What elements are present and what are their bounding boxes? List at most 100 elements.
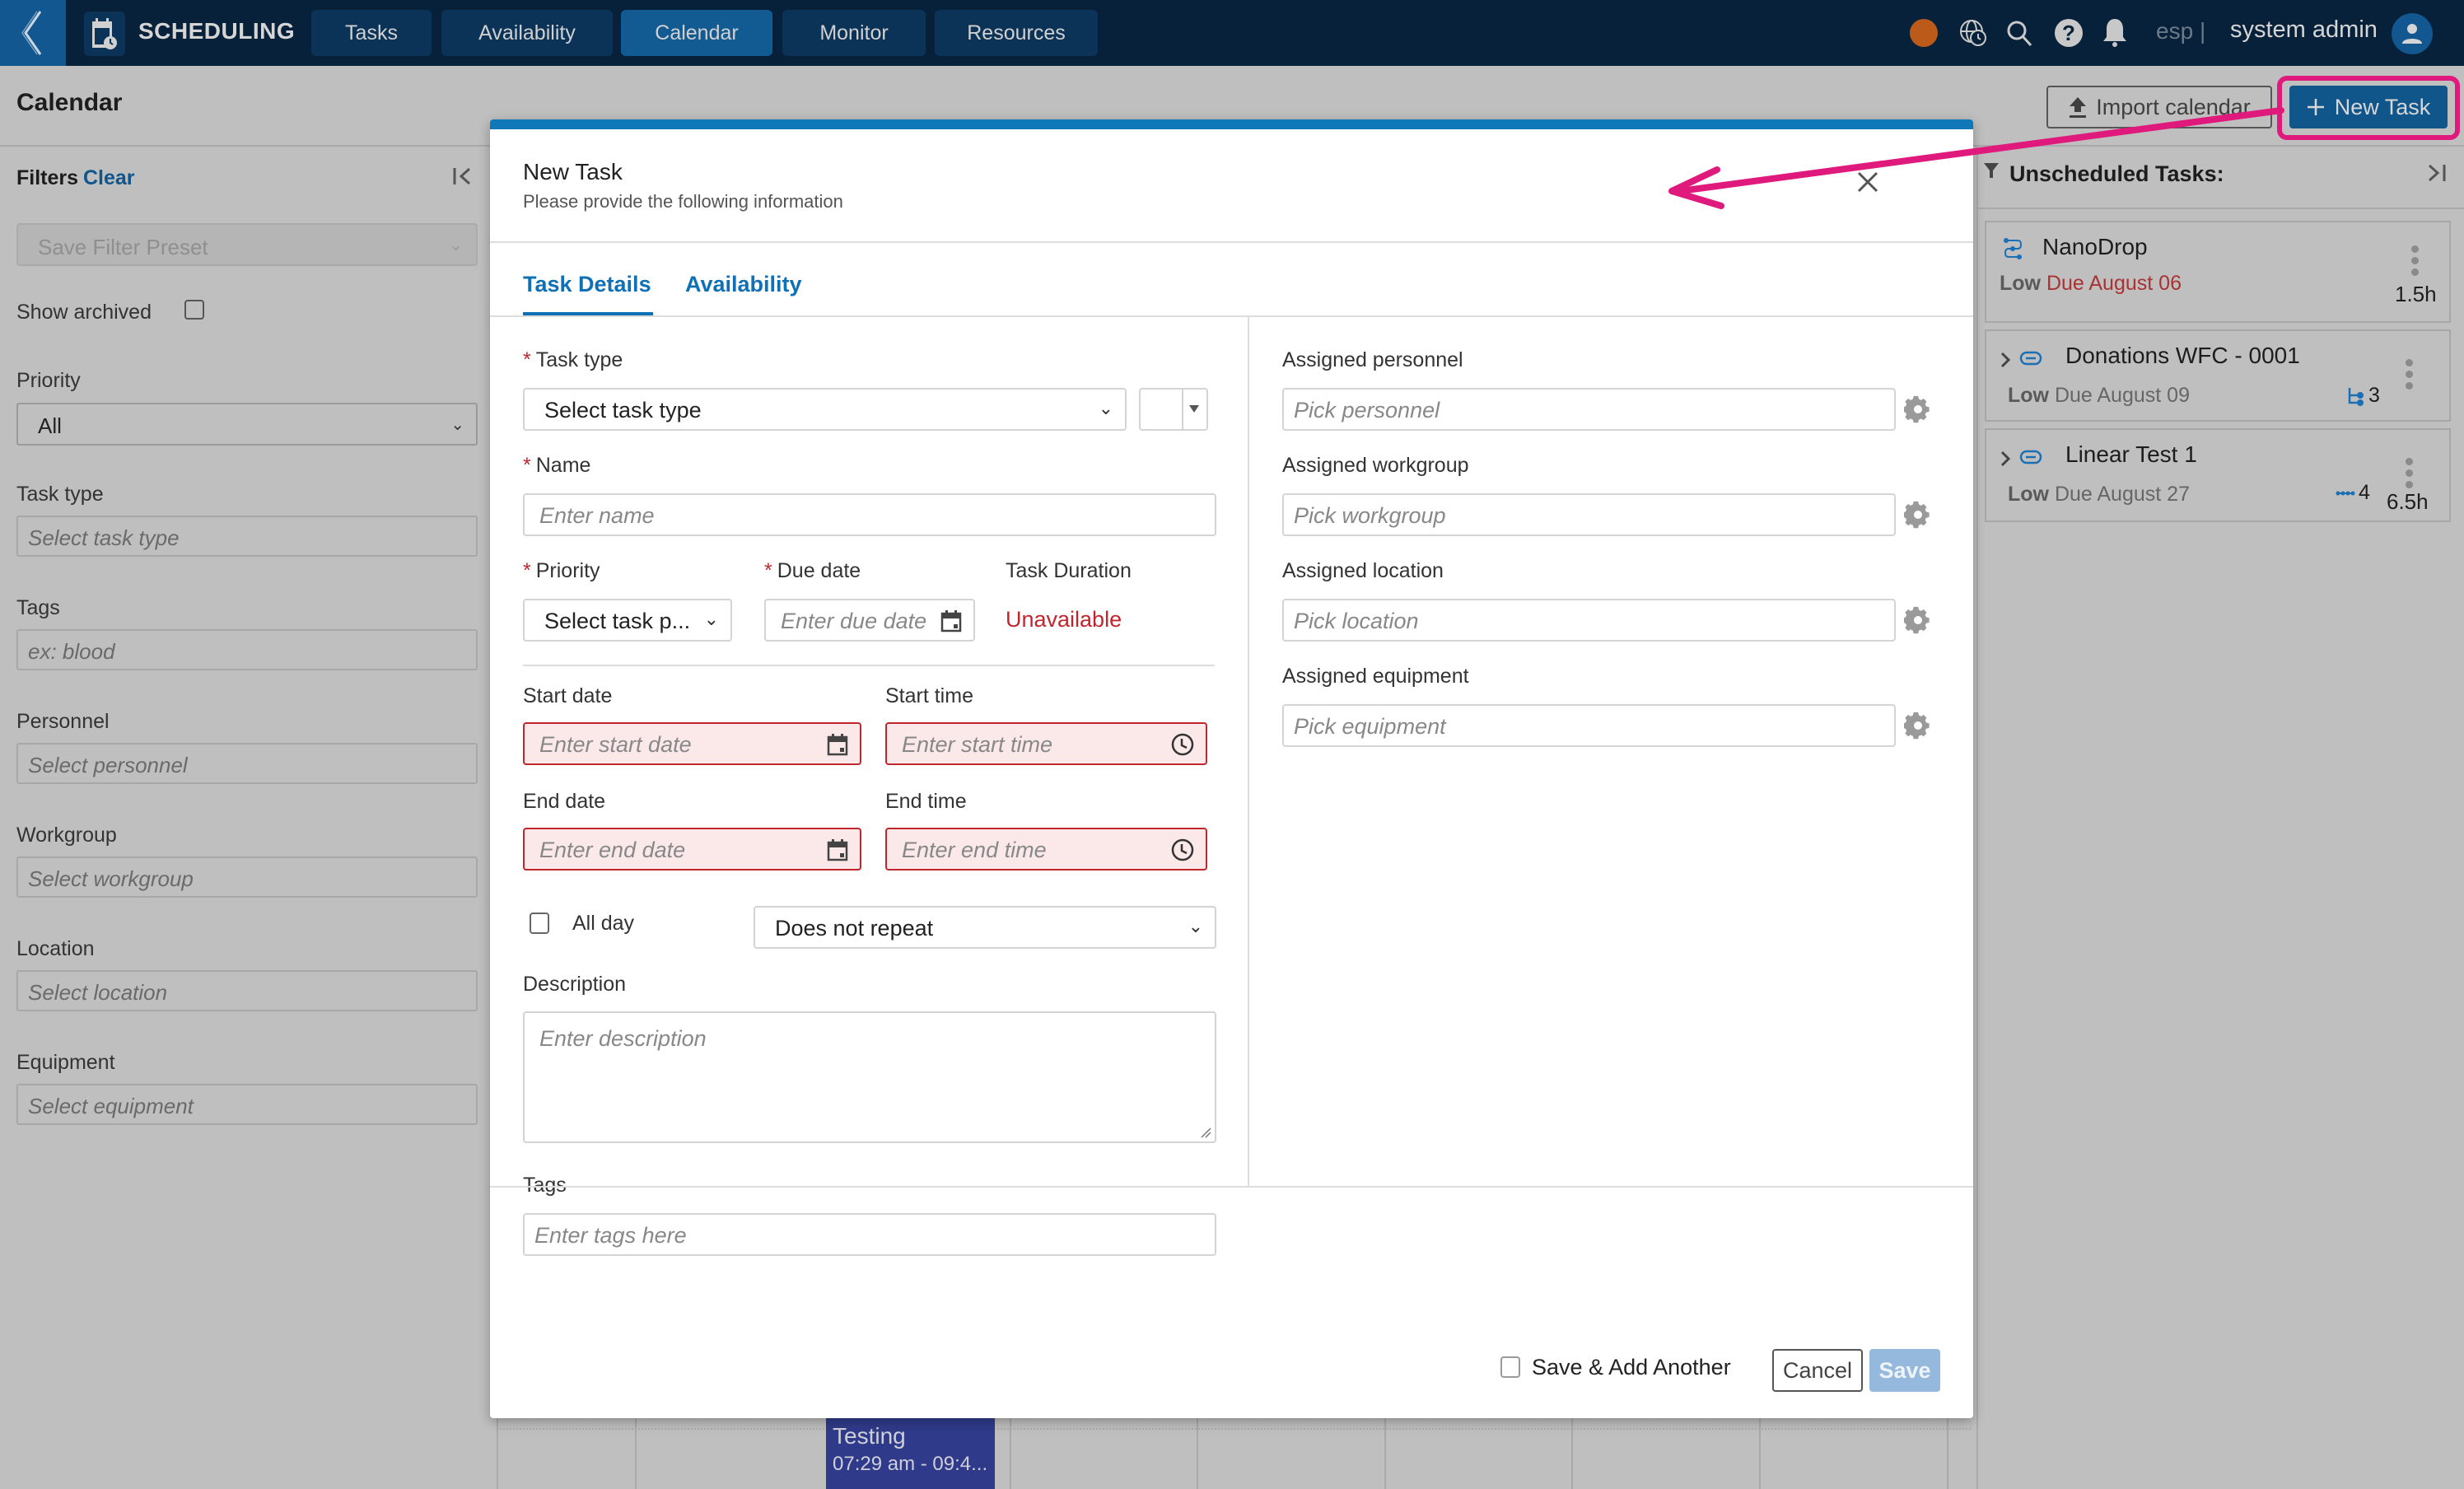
more-options-icon[interactable] [2405, 458, 2413, 488]
help-button[interactable]: ? [2054, 18, 2084, 48]
chevron-left-icon [21, 11, 42, 55]
calendar-icon [827, 839, 848, 861]
bell-icon [2103, 19, 2126, 47]
timezone-button[interactable] [1958, 18, 1988, 48]
user-name[interactable]: system admin [2230, 16, 2378, 44]
name-input[interactable]: Enter name [523, 493, 1216, 536]
nav-tab-tasks[interactable]: Tasks [311, 10, 432, 56]
priority-select[interactable]: Select task p... ⌄ [523, 599, 732, 642]
task-type-filter-input[interactable]: Select task type [16, 516, 478, 557]
unscheduled-filter-button[interactable] [1983, 161, 2000, 185]
clear-filters-link[interactable]: Clear [83, 166, 135, 190]
notifications-button[interactable] [2100, 18, 2130, 48]
calendar-event[interactable]: Testing 07:29 am - 09:4... [826, 1418, 995, 1489]
workgroup-filter-label: Workgroup [16, 824, 117, 847]
task-type-label-text: Task type [535, 348, 623, 371]
calendar-grid-line [1571, 1418, 1573, 1489]
save-filter-preset-select[interactable]: Save Filter Preset ⌄ [16, 223, 478, 266]
start-time-placeholder: Enter start time [902, 732, 1053, 757]
resize-handle-icon[interactable] [1200, 1127, 1211, 1138]
name-label-text: Name [535, 454, 591, 477]
due-date-label: * Due date [764, 559, 861, 583]
show-archived-checkbox[interactable] [184, 300, 204, 320]
language-switcher[interactable]: esp | [2156, 18, 2205, 44]
event-time: 07:29 am - 09:4... [833, 1453, 988, 1475]
start-date-input[interactable]: Enter start date [523, 722, 861, 765]
user-icon [2402, 24, 2422, 44]
end-date-input[interactable]: Enter end date [523, 828, 861, 871]
assigned-location-input[interactable]: Pick location [1282, 599, 1896, 642]
unscheduled-task-card[interactable]: Linear Test 1 Low Due August 27 4 6.5h [1985, 428, 2451, 522]
tags-filter-input[interactable]: ex: blood [16, 629, 478, 670]
due-date-input[interactable]: Enter due date [764, 599, 975, 642]
nav-tab-calendar[interactable]: Calendar [621, 10, 772, 56]
expand-chevron-icon[interactable] [2000, 349, 2011, 375]
clock-icon [1171, 838, 1194, 861]
caret-down-icon [1189, 405, 1199, 413]
assigned-equipment-input[interactable]: Pick equipment [1282, 704, 1896, 747]
task-meta: Low Due August 09 [2008, 384, 2190, 408]
task-color-picker[interactable] [1139, 388, 1208, 431]
chevron-down-icon: ⌄ [449, 236, 463, 254]
avatar[interactable] [2392, 13, 2433, 54]
search-button[interactable] [2004, 18, 2034, 48]
save-add-another-checkbox[interactable] [1500, 1356, 1520, 1378]
scheduling-app-icon [84, 12, 125, 56]
all-day-label: All day [572, 912, 635, 935]
equipment-filter-input[interactable]: Select equipment [16, 1084, 478, 1125]
tags-input[interactable]: Enter tags here [523, 1213, 1216, 1256]
priority-filter-select[interactable]: All ⌄ [16, 403, 478, 446]
priority-label: * Priority [523, 559, 600, 583]
task-due-date: Due August 27 [2054, 483, 2190, 506]
expand-chevron-icon[interactable] [2000, 448, 2011, 474]
cancel-button[interactable]: Cancel [1772, 1349, 1863, 1392]
name-label: * Name [523, 454, 590, 478]
back-button[interactable] [0, 0, 66, 66]
nav-tab-resources[interactable]: Resources [935, 10, 1098, 56]
all-day-checkbox[interactable] [530, 913, 549, 934]
close-modal-button[interactable] [1853, 167, 1883, 197]
gear-icon[interactable] [1904, 501, 1932, 529]
tab-availability[interactable]: Availability [685, 272, 802, 297]
language-code: esp [2156, 18, 2194, 44]
more-options-icon[interactable] [2410, 245, 2419, 276]
save-button[interactable]: Save [1869, 1349, 1940, 1392]
gear-icon[interactable] [1904, 395, 1932, 423]
app-name: SCHEDULING [138, 18, 296, 44]
collapse-left-icon [453, 167, 471, 185]
task-type-value: Select task type [544, 398, 702, 422]
tab-task-details[interactable]: Task Details [523, 272, 651, 297]
description-textarea[interactable]: Enter description [523, 1011, 1216, 1143]
calendar-hour-line [497, 1428, 1971, 1430]
end-time-input[interactable]: Enter end time [885, 828, 1207, 871]
assigned-location-label: Assigned location [1282, 559, 1444, 582]
collapse-filters-button[interactable] [451, 165, 474, 194]
gear-icon[interactable] [1904, 606, 1932, 634]
location-filter-input[interactable]: Select location [16, 970, 478, 1011]
more-options-icon[interactable] [2405, 359, 2413, 390]
end-time-placeholder: Enter end time [902, 838, 1047, 862]
calendar-grid-line [1759, 1418, 1761, 1489]
unscheduled-task-card[interactable]: Donations WFC - 0001 Low Due August 09 3 [1985, 329, 2451, 422]
status-indicator[interactable] [1909, 18, 1939, 48]
assigned-workgroup-input[interactable]: Pick workgroup [1282, 493, 1896, 536]
required-marker: * [523, 559, 531, 582]
repeat-select[interactable]: Does not repeat ⌄ [754, 906, 1216, 949]
language-separator: | [2199, 18, 2206, 44]
top-navigation-bar: SCHEDULING Tasks Availability Calendar M… [0, 0, 2464, 66]
collapse-right-icon [2428, 164, 2446, 182]
workgroup-filter-input[interactable]: Select workgroup [16, 857, 478, 898]
event-title: Testing [833, 1423, 906, 1449]
unscheduled-task-card[interactable]: NanoDrop Low Due August 06 1.5h [1985, 221, 2451, 323]
task-type-select[interactable]: Select task type ⌄ [523, 388, 1127, 431]
start-time-input[interactable]: Enter start time [885, 722, 1207, 765]
help-icon: ? [2055, 19, 2083, 47]
assigned-personnel-input[interactable]: Pick personnel [1282, 388, 1896, 431]
collapse-unscheduled-button[interactable] [2424, 161, 2448, 190]
gear-icon[interactable] [1904, 712, 1932, 740]
due-date-label-text: Due date [777, 559, 861, 582]
import-calendar-button[interactable]: Import calendar [2046, 86, 2272, 128]
nav-tab-monitor[interactable]: Monitor [782, 10, 926, 56]
nav-tab-availability[interactable]: Availability [441, 10, 613, 56]
personnel-filter-input[interactable]: Select personnel [16, 743, 478, 784]
